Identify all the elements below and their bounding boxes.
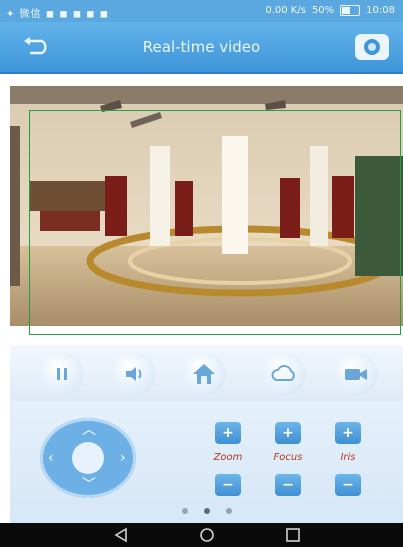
pause-button[interactable]: [40, 352, 84, 396]
zoom-in-button[interactable]: +: [215, 422, 241, 444]
video-camera-icon: [345, 369, 367, 380]
status-left-text: ✦ 微信 ◼ ◼ ◼ ◼ ◼: [6, 9, 109, 20]
focus-out-button[interactable]: −: [275, 474, 301, 496]
zoom-out-button[interactable]: −: [215, 474, 241, 496]
dpad-center[interactable]: [72, 442, 104, 474]
focus-in-button[interactable]: +: [275, 422, 301, 444]
zoom-label: Zoom: [213, 452, 243, 463]
record-button[interactable]: [334, 352, 378, 396]
cloud-button[interactable]: [262, 352, 306, 396]
left-arrow-icon[interactable]: ‹: [48, 451, 54, 465]
status-bar: ✦ 微信 ◼ ◼ ◼ ◼ ◼ 0.00 K/s 50% 10:08: [0, 0, 403, 22]
iris-close-button[interactable]: −: [335, 474, 361, 496]
snapshot-button[interactable]: [353, 32, 391, 62]
title-bar: Real-time video: [0, 22, 403, 74]
network-speed: 0.00 K/s: [265, 5, 306, 16]
page-indicator: [0, 508, 403, 518]
back-nav-icon[interactable]: [110, 527, 132, 543]
status-right: 0.00 K/s 50% 10:08: [265, 5, 395, 16]
speaker-icon: [126, 367, 142, 381]
iris-label: Iris: [340, 452, 356, 463]
clock: 10:08: [366, 5, 395, 16]
pause-icon: [57, 368, 67, 380]
page-dot: [226, 508, 232, 514]
battery-fill: [342, 7, 351, 14]
camera-icon: [355, 34, 389, 60]
focus-label: Focus: [273, 452, 303, 463]
page-title: Real-time video: [142, 38, 261, 56]
selection-box: [29, 110, 401, 335]
iris-open-button[interactable]: +: [335, 422, 361, 444]
audio-button[interactable]: [112, 352, 156, 396]
direction-pad[interactable]: ︿ ﹀ ‹ ›: [40, 418, 136, 498]
home-nav-icon[interactable]: [196, 527, 218, 543]
recents-nav-icon[interactable]: [282, 527, 304, 543]
page-dot: [182, 508, 188, 514]
cloud-icon: [271, 365, 295, 381]
up-arrow-icon[interactable]: ︿: [82, 423, 96, 437]
right-arrow-icon[interactable]: ›: [120, 451, 126, 465]
battery-icon: [340, 5, 361, 16]
battery-percent: 50%: [311, 5, 335, 16]
home-icon: [193, 364, 215, 384]
navigation-bar: [0, 523, 403, 547]
down-arrow-icon[interactable]: ﹀: [82, 478, 96, 492]
page-dot: [204, 508, 210, 514]
home-button[interactable]: [182, 352, 226, 396]
